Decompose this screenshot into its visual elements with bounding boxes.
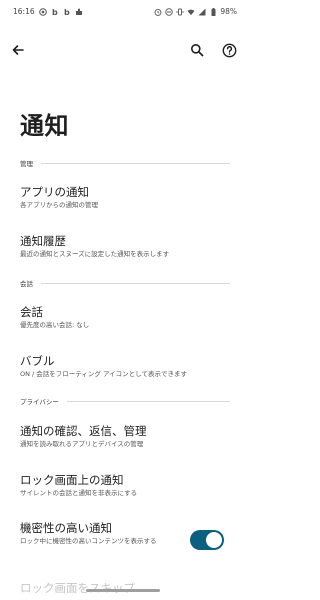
- item-title: 通知の確認、返信、管理: [20, 424, 147, 438]
- notification-history-item[interactable]: 通知履歴 最近の通知とスヌーズに設定した通知を表示します: [20, 234, 230, 260]
- search-icon: [190, 43, 204, 57]
- b-app-icon: b: [63, 8, 71, 16]
- conversations-item[interactable]: 会話 優先度の高い会話: なし: [20, 305, 230, 331]
- top-app-bar: [0, 36, 245, 64]
- item-subtitle: ロック中に機密性の高いコンテンツを表示する: [20, 537, 157, 545]
- notification-icon: [38, 7, 47, 16]
- sensitive-notifications-toggle[interactable]: [190, 530, 224, 550]
- arrow-back-icon: [11, 43, 25, 57]
- app-notifications-item[interactable]: アプリの通知 各アプリからの通知の管理: [20, 185, 230, 211]
- item-title: バブル: [20, 354, 55, 368]
- search-button[interactable]: [183, 36, 211, 64]
- sensitive-notifications-item[interactable]: 機密性の高い通知 ロック中に機密性の高いコンテンツを表示する: [20, 521, 170, 547]
- status-bar: 16:16 b b 98%: [0, 0, 245, 24]
- battery-percent: 98%: [220, 7, 237, 16]
- item-subtitle: ON / 会話をフローティング アイコンとして表示できます: [20, 370, 187, 378]
- svg-text:b: b: [52, 8, 58, 16]
- status-left: 16:16 b b: [13, 7, 83, 16]
- vibrate-icon: [176, 8, 184, 16]
- skip-lock-screen-item[interactable]: ロック画面をスキップ: [20, 581, 230, 595]
- divider: [41, 282, 230, 284]
- puzzle-icon: [75, 8, 83, 16]
- item-subtitle: 最近の通知とスヌーズに設定した通知を表示します: [20, 250, 170, 258]
- b-app-icon: b: [51, 8, 59, 16]
- status-time: 16:16: [13, 7, 35, 16]
- item-subtitle: 優先度の高い会話: なし: [20, 321, 90, 329]
- dnd-icon: [165, 7, 174, 16]
- section-label: 管理: [20, 160, 33, 168]
- item-title: 機密性の高い通知: [20, 521, 112, 535]
- gesture-nav-handle[interactable]: [86, 589, 160, 592]
- section-header-manage: 管理: [20, 157, 230, 169]
- toggle-thumb: [206, 532, 222, 548]
- lock-screen-notifications-item[interactable]: ロック画面上の通知 サイレントの会話と通知を非表示にする: [20, 473, 230, 499]
- back-button[interactable]: [4, 36, 32, 64]
- item-title: 通知履歴: [20, 234, 66, 248]
- section-header-conversations: 会話: [20, 277, 230, 289]
- help-icon: [222, 43, 237, 58]
- alarm-icon: [154, 8, 162, 16]
- wifi-icon: [187, 8, 195, 16]
- item-title: ロック画面上の通知: [20, 473, 124, 487]
- svg-text:b: b: [64, 8, 70, 16]
- item-subtitle: 通知を読み取れるアプリとデバイスの管理: [20, 440, 144, 448]
- item-subtitle: サイレントの会話と通知を非表示にする: [20, 489, 138, 497]
- item-subtitle: 各アプリからの通知の管理: [20, 201, 98, 209]
- item-title: 会話: [20, 305, 43, 319]
- status-right: 98%: [154, 7, 237, 16]
- item-title: ロック画面をスキップ: [20, 581, 135, 595]
- divider: [66, 400, 230, 402]
- battery-icon: [209, 7, 217, 16]
- signal-icon: [198, 8, 206, 16]
- help-button[interactable]: [215, 36, 243, 64]
- bubbles-item[interactable]: バブル ON / 会話をフローティング アイコンとして表示できます: [20, 354, 230, 380]
- section-label: プライバシー: [20, 398, 59, 406]
- divider: [41, 162, 230, 164]
- item-title: アプリの通知: [20, 185, 89, 199]
- section-header-privacy: プライバシー: [20, 395, 230, 407]
- section-label: 会話: [20, 280, 33, 288]
- page-title: 通知: [20, 112, 69, 140]
- notification-access-item[interactable]: 通知の確認、返信、管理 通知を読み取れるアプリとデバイスの管理: [20, 424, 230, 450]
